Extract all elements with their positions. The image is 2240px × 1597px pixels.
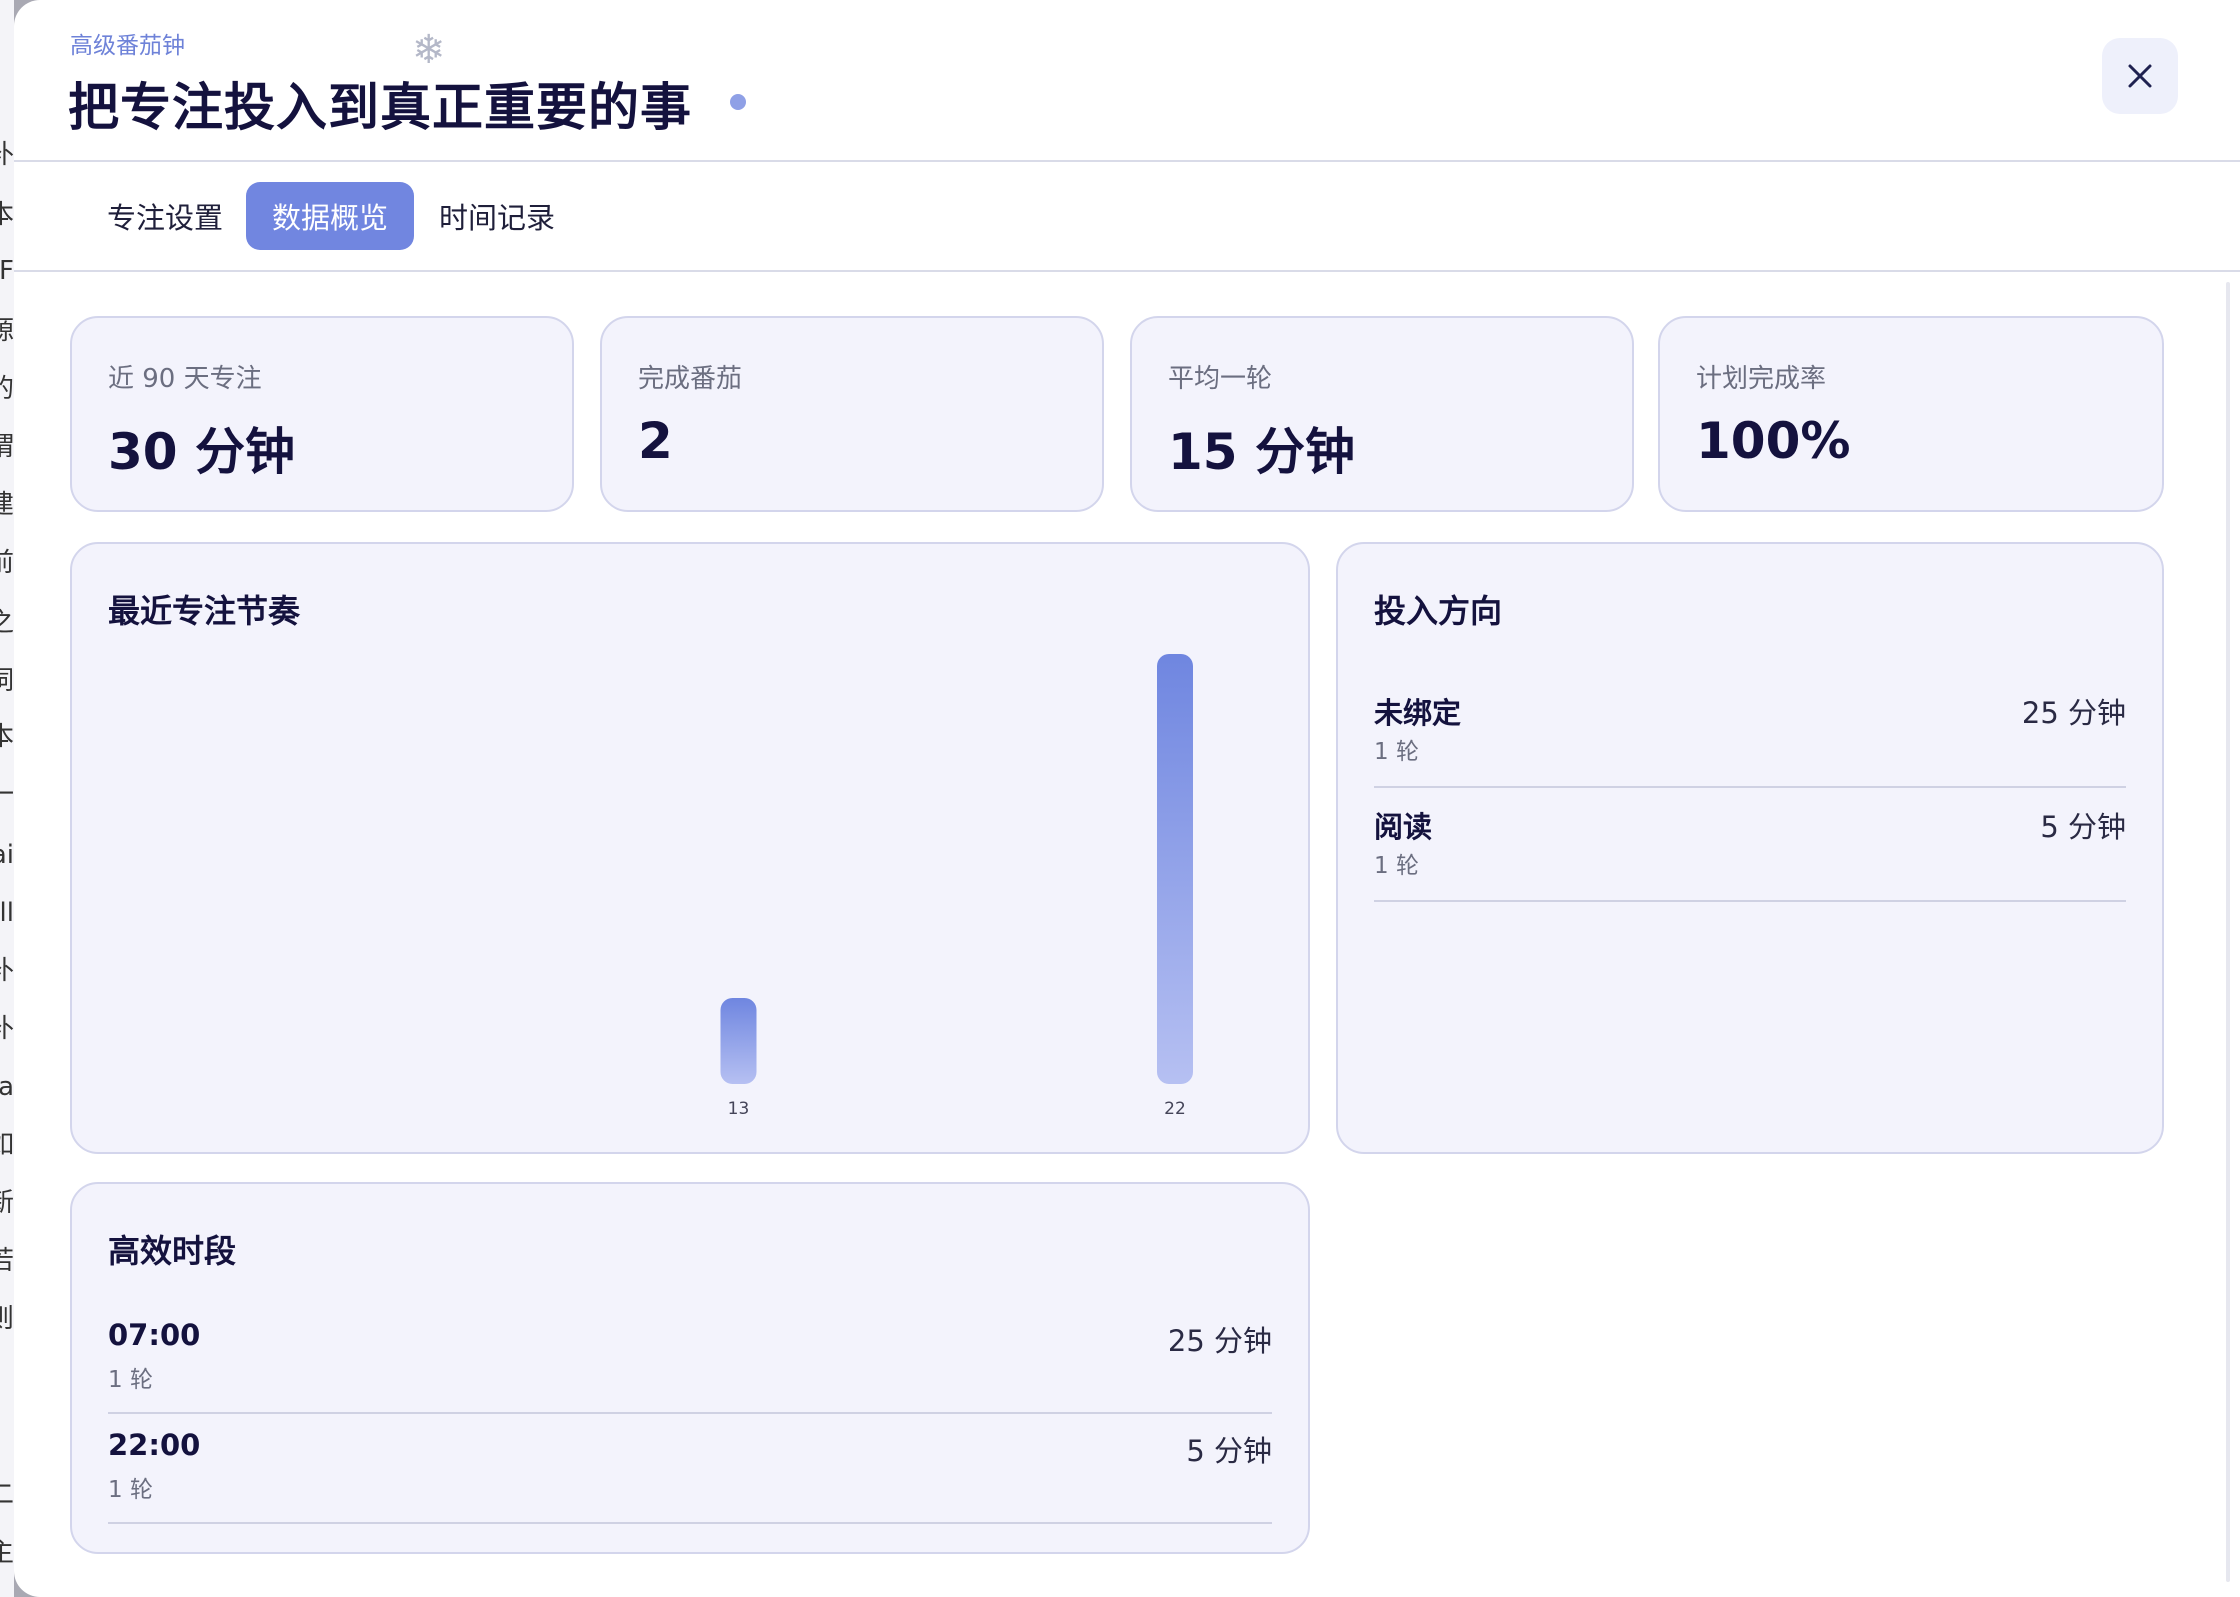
background-char: 源: [0, 316, 14, 346]
background-char: 之: [0, 608, 14, 638]
background-char: F: [0, 256, 14, 286]
stat-label: 平均一轮: [1168, 364, 1273, 394]
rhythm-bar-chart: 13 22: [720, 654, 1193, 1119]
direction-rounds: 1 轮: [1374, 739, 1419, 765]
stat-label: 完成番茄: [638, 364, 743, 394]
close-button[interactable]: [2102, 38, 2178, 114]
scrollbar[interactable]: [2226, 282, 2230, 1582]
background-char: 前: [0, 548, 14, 578]
stat-value: 15 分钟: [1168, 423, 1355, 481]
peak-hour-rounds: 1 轮: [108, 1477, 153, 1503]
tab-data-overview[interactable]: 数据概览: [246, 182, 414, 250]
background-char: 补: [0, 1014, 14, 1044]
background-char: 一: [0, 780, 14, 810]
stat-card-completed-pomodoros: 完成番茄 2: [600, 316, 1104, 512]
pomodoro-modal: 高级番茄钟 把专注投入到真正重要的事 ❄ 专注设置 数据概览 时间记录 近 90…: [14, 0, 2240, 1597]
background-app-edge: 补 本 F 源 的 谓 建 前 之 词 本 一 ai ll 补 补 ra 如 新…: [0, 0, 14, 1597]
direction-name: 阅读: [1374, 810, 1433, 844]
peak-hour-row: 22:00 1 轮 5 分钟: [108, 1414, 1272, 1524]
direction-row: 阅读 1 轮 5 分钟: [1374, 790, 2126, 902]
background-char: 新: [0, 1188, 14, 1218]
direction-title: 投入方向: [1374, 592, 1503, 630]
background-char: 的: [0, 374, 14, 404]
background-char: 若: [0, 1246, 14, 1276]
stat-card-focus-90d: 近 90 天专注 30 分钟: [70, 316, 574, 512]
background-char: 如: [0, 1130, 14, 1160]
modal-title: 把专注投入到真正重要的事: [68, 79, 693, 138]
direction-row: 未绑定 1 轮 25 分钟: [1374, 676, 2126, 788]
stat-label: 近 90 天专注: [108, 364, 262, 394]
peak-hour-rounds: 1 轮: [108, 1367, 153, 1393]
tab-focus-settings[interactable]: 专注设置: [90, 182, 240, 250]
background-char: ll: [0, 898, 14, 928]
peak-hours-title: 高效时段: [108, 1232, 237, 1270]
modal-header: 高级番茄钟 把专注投入到真正重要的事 ❄: [14, 0, 2240, 162]
background-char: 谓: [0, 432, 14, 462]
direction-minutes: 25 分钟: [2021, 696, 2126, 730]
background-char: 本: [0, 200, 14, 230]
peak-hour-time: 22:00: [108, 1428, 201, 1462]
tab-bar: 专注设置 数据概览 时间记录: [14, 164, 2240, 272]
direction-card: 投入方向 未绑定 1 轮 25 分钟 阅读 1 轮 5 分钟: [1336, 542, 2164, 1154]
snowflake-icon: ❄: [412, 27, 446, 73]
modal-eyebrow: 高级番茄钟: [70, 33, 185, 59]
decorative-dot: [730, 94, 746, 110]
background-char: 补: [0, 140, 14, 170]
background-char: 本: [0, 722, 14, 752]
direction-minutes: 5 分钟: [2040, 810, 2126, 844]
rhythm-bar: [1157, 654, 1193, 1084]
stat-label: 计划完成率: [1696, 364, 1827, 394]
direction-name: 未绑定: [1374, 696, 1462, 730]
background-char: ra: [0, 1072, 14, 1102]
background-char: 主: [0, 1538, 14, 1568]
background-char: 词: [0, 666, 14, 696]
background-char: 建: [0, 490, 14, 520]
rhythm-bar-label: 13: [728, 1099, 750, 1119]
background-char: ai: [0, 840, 14, 870]
stat-value: 100%: [1696, 412, 1851, 470]
stat-card-plan-completion: 计划完成率 100%: [1658, 316, 2164, 512]
tab-time-records[interactable]: 时间记录: [422, 182, 572, 250]
stat-value: 2: [638, 412, 673, 470]
peak-hour-row: 07:00 1 轮 25 分钟: [108, 1304, 1272, 1414]
background-char: 二: [0, 1480, 14, 1510]
close-icon: [2128, 64, 2152, 88]
background-char: 补: [0, 956, 14, 986]
direction-rounds: 1 轮: [1374, 853, 1419, 879]
rhythm-bar: [720, 998, 757, 1084]
stat-card-average-round: 平均一轮 15 分钟: [1130, 316, 1634, 512]
peak-hour-time: 07:00: [108, 1318, 201, 1352]
background-char: 则: [0, 1304, 14, 1334]
peak-hours-card: 高效时段 07:00 1 轮 25 分钟 22:00 1 轮 5 分钟: [70, 1182, 1310, 1554]
rhythm-chart-card: 最近专注节奏 13 22: [70, 542, 1310, 1154]
rhythm-bar-label: 22: [1164, 1099, 1186, 1119]
peak-hour-minutes: 25 分钟: [1167, 1324, 1272, 1358]
stat-value: 30 分钟: [108, 423, 295, 481]
peak-hour-minutes: 5 分钟: [1186, 1434, 1272, 1468]
